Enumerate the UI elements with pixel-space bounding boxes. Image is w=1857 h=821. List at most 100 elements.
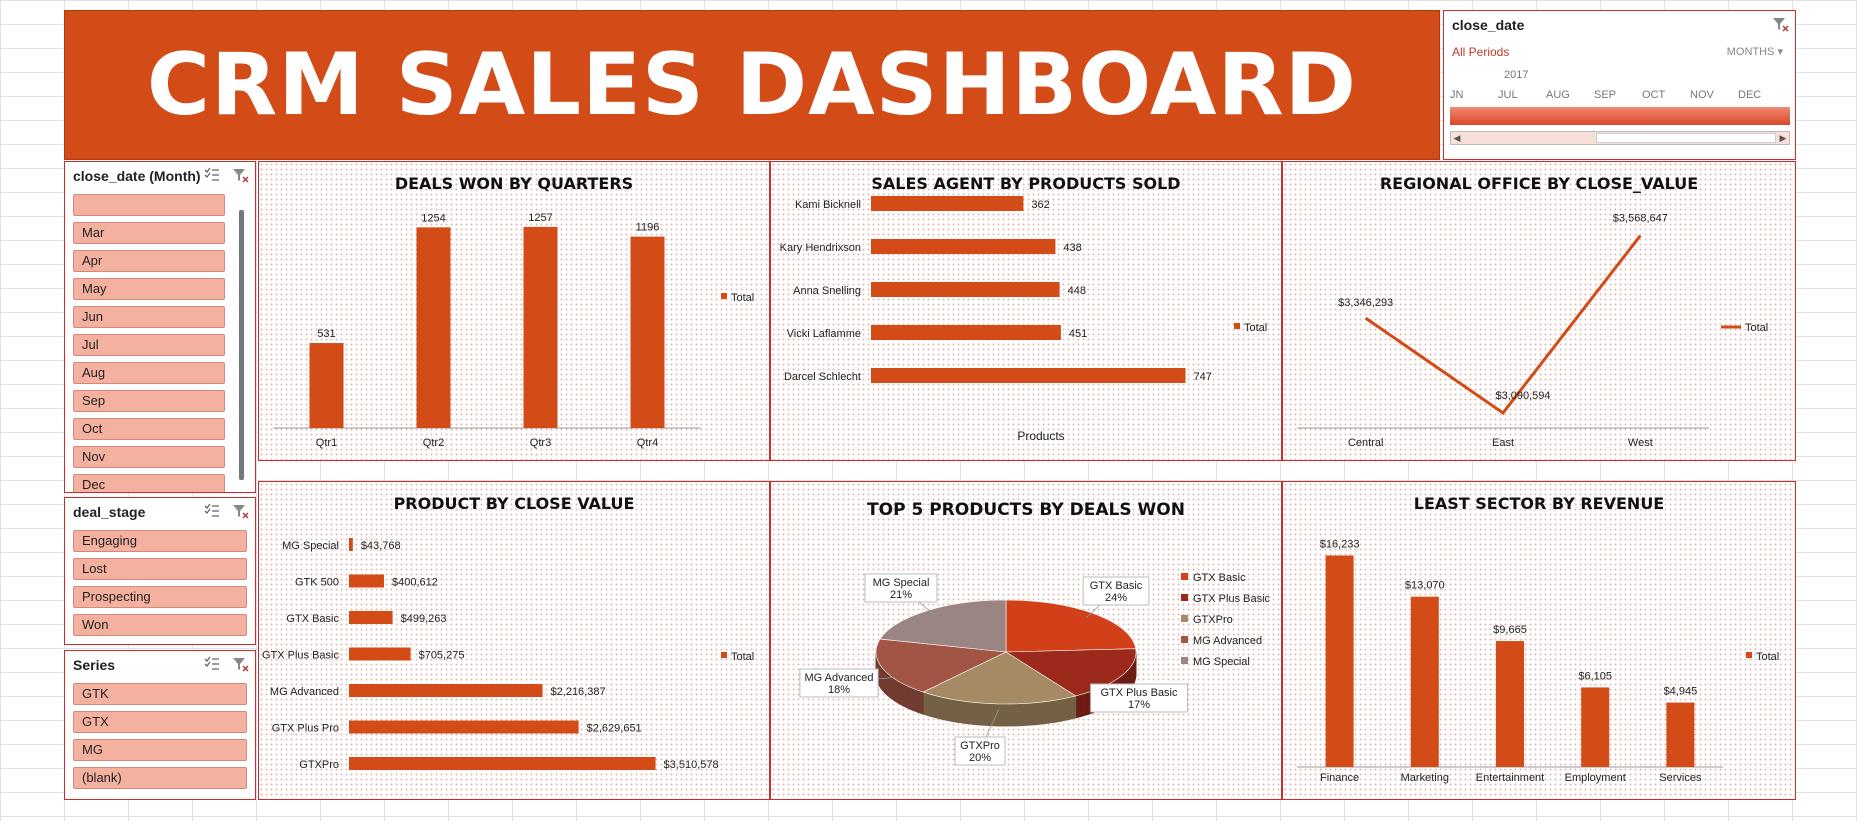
- pie-slice[interactable]: [1005, 599, 1137, 653]
- multi-select-icon[interactable]: [203, 655, 221, 673]
- bar[interactable]: [349, 647, 411, 661]
- legend-label: Total: [1745, 322, 1768, 334]
- slicer-item[interactable]: Lost: [73, 558, 247, 580]
- bar[interactable]: [349, 538, 353, 551]
- data-label: 448: [1068, 285, 1086, 297]
- clear-filter-icon[interactable]: [231, 166, 249, 184]
- pie-slice-side: [1068, 695, 1077, 721]
- slicer-item[interactable]: [73, 194, 225, 216]
- chart-deals-won-by-quarters[interactable]: DEALS WON BY QUARTERS 531 Qtr1 1254 Qtr2 125…: [258, 161, 770, 461]
- slicer-item[interactable]: Engaging: [73, 530, 247, 552]
- bar[interactable]: [309, 343, 344, 428]
- bar[interactable]: [871, 282, 1060, 297]
- bar[interactable]: [630, 236, 665, 428]
- pie-slice-side: [1080, 692, 1088, 718]
- bar[interactable]: [349, 720, 579, 734]
- slicer-item[interactable]: Aug: [73, 362, 225, 384]
- bar[interactable]: [1410, 596, 1439, 767]
- slicer-item[interactable]: Nov: [73, 446, 225, 468]
- bar[interactable]: [349, 684, 543, 697]
- slicer-item[interactable]: May: [73, 278, 225, 300]
- bar[interactable]: [871, 239, 1056, 254]
- data-label: $705,275: [419, 650, 465, 662]
- slicer-item[interactable]: Apr: [73, 250, 225, 272]
- bar[interactable]: [349, 574, 384, 588]
- slicer-item[interactable]: Won: [73, 614, 247, 636]
- legend-label: GTX Plus Basic: [1193, 593, 1271, 605]
- data-label: 531: [317, 328, 335, 340]
- slicer-item[interactable]: Mar: [73, 222, 225, 244]
- bar[interactable]: [349, 757, 656, 770]
- timeline-month-label: OCT: [1642, 89, 1666, 101]
- bar[interactable]: [1666, 702, 1695, 767]
- slicer-series[interactable]: Series GTK GTX MG (blank): [64, 650, 256, 800]
- timeline-period-bar[interactable]: [1450, 107, 1790, 125]
- slicer-item[interactable]: (blank): [73, 767, 247, 789]
- scroll-thumb[interactable]: [1596, 133, 1776, 143]
- x-tick-label: Marketing: [1401, 772, 1449, 784]
- slicer-item[interactable]: Dec: [73, 474, 225, 492]
- clear-filter-icon[interactable]: [231, 655, 249, 673]
- timeline-slicer[interactable]: close_date All Periods MONTHS ▾ 2017 JN J…: [1443, 10, 1796, 160]
- slicer-item[interactable]: GTK: [73, 683, 247, 705]
- data-label: 1196: [636, 222, 660, 234]
- slicer-item[interactable]: Jul: [73, 334, 225, 356]
- series-line[interactable]: [1364, 234, 1642, 415]
- slicer-item[interactable]: Oct: [73, 418, 225, 440]
- bar[interactable]: [871, 368, 1186, 383]
- bar[interactable]: [1581, 687, 1610, 767]
- legend-label: Total: [731, 292, 754, 304]
- chart-product-by-close-value[interactable]: PRODUCT BY CLOSE VALUE MG Special $43,768…: [258, 481, 770, 800]
- chart-legend: Total: [1234, 322, 1267, 334]
- data-label: $3,568,647: [1613, 213, 1668, 225]
- timeline-scrollbar[interactable]: ◀ ▶: [1450, 131, 1790, 145]
- bar[interactable]: [871, 325, 1061, 340]
- scroll-left-icon[interactable]: ◀: [1451, 132, 1463, 144]
- legend-swatch: [1234, 323, 1240, 329]
- slicer-close-date-month[interactable]: close_date (Month) Mar Apr May Jun Jul Aug Sep…: [64, 161, 256, 493]
- clear-filter-icon[interactable]: [1771, 15, 1789, 33]
- slicer-item[interactable]: GTX: [73, 711, 247, 733]
- multi-select-icon[interactable]: [203, 166, 221, 184]
- bar[interactable]: [871, 196, 1024, 211]
- chart-plot: 531 Qtr1 1254 Qtr2 1257 Qtr3 1196 Qtr4 Total: [273, 212, 754, 449]
- bar[interactable]: [1496, 641, 1524, 767]
- bar[interactable]: [1325, 555, 1354, 767]
- slicer-title: Series: [73, 657, 116, 673]
- slicer-item[interactable]: Jun: [73, 306, 225, 328]
- chart-regional-office-by-close-value[interactable]: REGIONAL OFFICE BY CLOSE_VALUE $3,346,29…: [1282, 161, 1796, 461]
- bar[interactable]: [523, 226, 558, 428]
- legend-label: Total: [731, 651, 754, 663]
- bar[interactable]: [416, 227, 451, 428]
- slicer-item[interactable]: Sep: [73, 390, 225, 412]
- data-label: 362: [1031, 199, 1049, 211]
- legend-swatch: [721, 652, 727, 658]
- slicer-scrollbar[interactable]: [239, 210, 244, 480]
- clear-filter-icon[interactable]: [231, 502, 249, 520]
- bar[interactable]: [349, 611, 393, 624]
- data-label: 451: [1069, 328, 1087, 340]
- pie-slice-side: [1021, 702, 1031, 727]
- chart-top5-products-by-deals-won[interactable]: TOP 5 PRODUCTS BY DEALS WON GTX Basic 24%…: [770, 481, 1282, 800]
- timeline-month-label: JUL: [1498, 89, 1518, 101]
- chart-legend: Total: [1746, 651, 1779, 663]
- data-label: $6,105: [1578, 670, 1612, 682]
- slicer-item[interactable]: MG: [73, 739, 247, 761]
- chart-sales-agent-by-products[interactable]: SALES AGENT BY PRODUCTS SOLD Kami Bickne…: [770, 161, 1282, 461]
- timeline-all-periods[interactable]: All Periods: [1452, 45, 1509, 59]
- multi-select-icon[interactable]: [203, 502, 221, 520]
- pie-slice-side: [890, 675, 896, 702]
- slicer-item[interactable]: Prospecting: [73, 586, 247, 608]
- x-tick-label: Qtr4: [637, 437, 658, 449]
- slicer-toolbar: [203, 655, 249, 673]
- scroll-right-icon[interactable]: ▶: [1777, 132, 1789, 144]
- y-tick-label: MG Special: [282, 540, 339, 552]
- pie-slice-side: [997, 703, 1007, 727]
- timeline-level-dropdown[interactable]: MONTHS ▾: [1727, 45, 1783, 58]
- x-tick-label: Central: [1348, 437, 1383, 449]
- data-label: 1254: [421, 212, 445, 224]
- x-tick-label: Services: [1659, 772, 1702, 784]
- chart-least-sector-by-revenue[interactable]: LEAST SECTOR BY REVENUE $16,233 Finance $1…: [1282, 481, 1796, 800]
- chart-legend: Total: [1721, 322, 1768, 334]
- slicer-deal-stage[interactable]: deal_stage Engaging Lost Prospecting Won: [64, 497, 256, 645]
